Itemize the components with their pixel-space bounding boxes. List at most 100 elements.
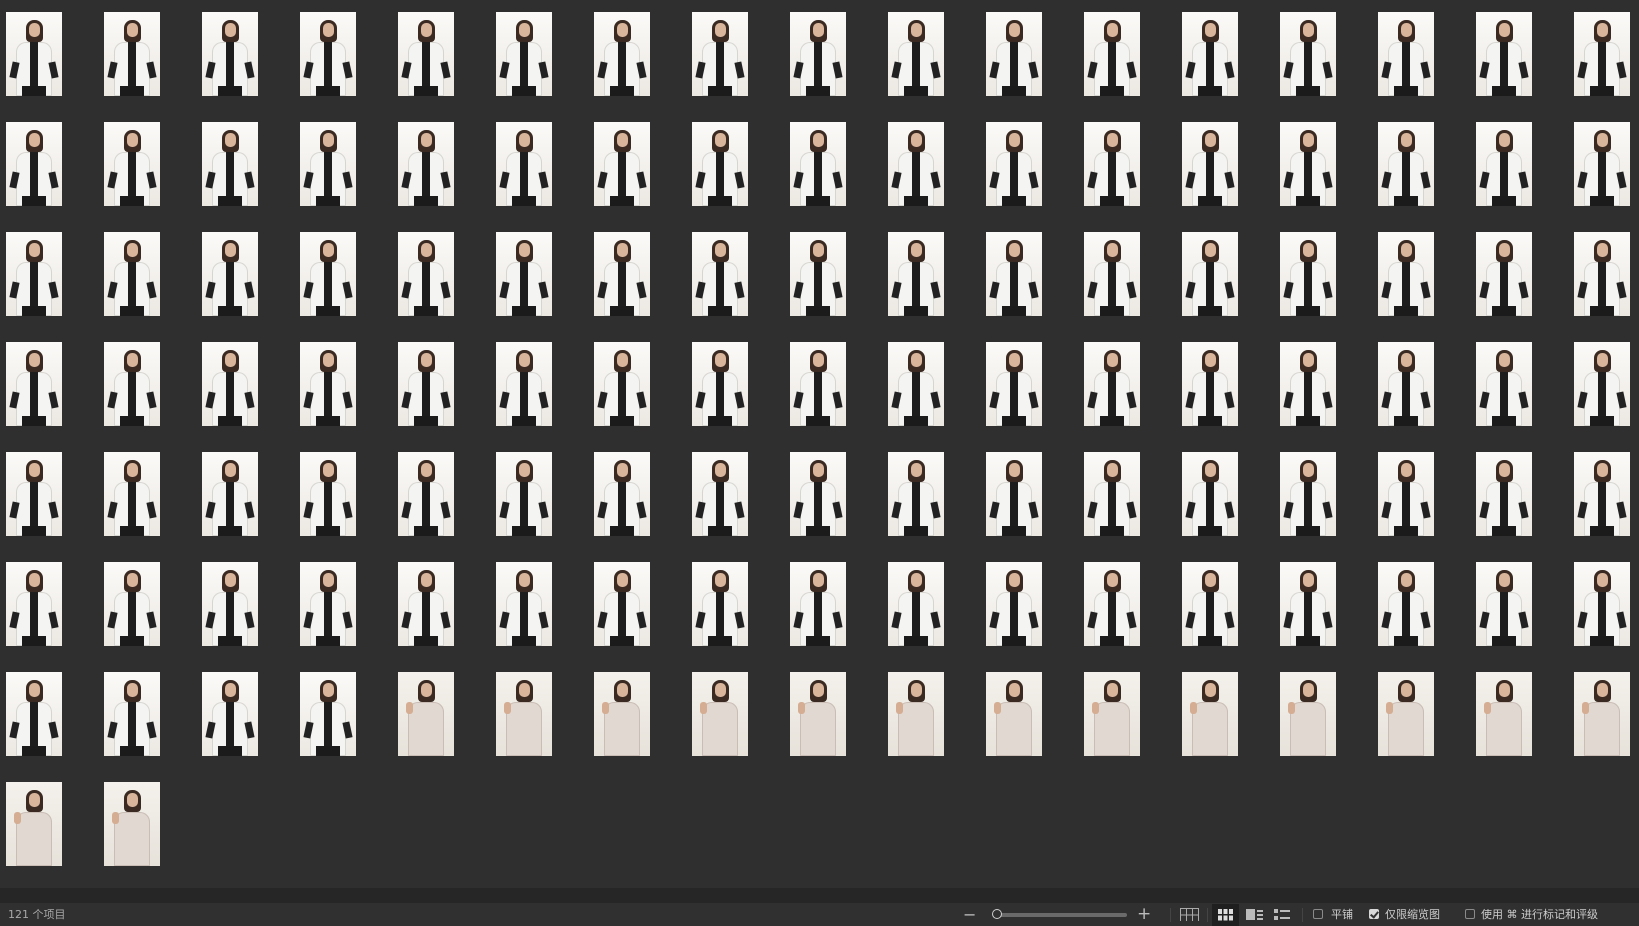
photo-thumbnail[interactable] bbox=[888, 562, 944, 646]
photo-thumbnail[interactable] bbox=[1182, 452, 1238, 536]
photo-thumbnail[interactable] bbox=[1378, 562, 1434, 646]
photo-thumbnail[interactable] bbox=[888, 452, 944, 536]
photo-thumbnail[interactable] bbox=[986, 452, 1042, 536]
photo-thumbnail[interactable] bbox=[496, 342, 552, 426]
photo-thumbnail[interactable] bbox=[1280, 672, 1336, 756]
photo-thumbnail[interactable] bbox=[790, 672, 846, 756]
photo-thumbnail[interactable] bbox=[692, 342, 748, 426]
photo-thumbnail[interactable] bbox=[1476, 452, 1532, 536]
photo-thumbnail[interactable] bbox=[1280, 342, 1336, 426]
photo-thumbnail[interactable] bbox=[1574, 562, 1630, 646]
photo-thumbnail[interactable] bbox=[1182, 12, 1238, 96]
use-cmd-checkbox[interactable] bbox=[1465, 909, 1475, 919]
photo-thumbnail[interactable] bbox=[1574, 12, 1630, 96]
list-view-icon[interactable] bbox=[1274, 909, 1290, 922]
photo-thumbnail[interactable] bbox=[104, 452, 160, 536]
photo-thumbnail[interactable] bbox=[496, 562, 552, 646]
photo-thumbnail[interactable] bbox=[104, 232, 160, 316]
grid-view-icon[interactable] bbox=[1180, 908, 1199, 921]
photo-thumbnail[interactable] bbox=[1378, 12, 1434, 96]
photo-thumbnail[interactable] bbox=[6, 122, 62, 206]
photo-thumbnail[interactable] bbox=[496, 122, 552, 206]
photo-thumbnail[interactable] bbox=[1574, 452, 1630, 536]
photo-thumbnail[interactable] bbox=[692, 562, 748, 646]
thumbnail-size-slider[interactable] bbox=[995, 913, 1127, 917]
photo-thumbnail[interactable] bbox=[692, 232, 748, 316]
photo-thumbnail[interactable] bbox=[300, 232, 356, 316]
photo-thumbnail[interactable] bbox=[496, 672, 552, 756]
photo-thumbnail[interactable] bbox=[398, 452, 454, 536]
photo-thumbnail[interactable] bbox=[790, 562, 846, 646]
photo-thumbnail[interactable] bbox=[6, 232, 62, 316]
photo-thumbnail[interactable] bbox=[1378, 672, 1434, 756]
photo-thumbnail[interactable] bbox=[1378, 342, 1434, 426]
photo-thumbnail[interactable] bbox=[104, 672, 160, 756]
slider-knob[interactable] bbox=[992, 909, 1002, 919]
photo-thumbnail[interactable] bbox=[398, 12, 454, 96]
photo-thumbnail[interactable] bbox=[1084, 122, 1140, 206]
photo-thumbnail[interactable] bbox=[1476, 232, 1532, 316]
photo-thumbnail[interactable] bbox=[594, 452, 650, 536]
photo-thumbnail[interactable] bbox=[790, 122, 846, 206]
photo-thumbnail[interactable] bbox=[1476, 12, 1532, 96]
photo-thumbnail[interactable] bbox=[496, 12, 552, 96]
photo-thumbnail[interactable] bbox=[1280, 452, 1336, 536]
photo-thumbnail[interactable] bbox=[6, 12, 62, 96]
photo-thumbnail[interactable] bbox=[1280, 122, 1336, 206]
photo-thumbnail[interactable] bbox=[888, 672, 944, 756]
photo-thumbnail[interactable] bbox=[594, 232, 650, 316]
photo-thumbnail[interactable] bbox=[300, 672, 356, 756]
photo-thumbnail[interactable] bbox=[1084, 562, 1140, 646]
photo-thumbnail[interactable] bbox=[888, 342, 944, 426]
photo-thumbnail[interactable] bbox=[398, 342, 454, 426]
photo-thumbnail[interactable] bbox=[1182, 562, 1238, 646]
photo-thumbnail[interactable] bbox=[1084, 672, 1140, 756]
photo-thumbnail[interactable] bbox=[1182, 232, 1238, 316]
photo-thumbnail[interactable] bbox=[202, 452, 258, 536]
photo-thumbnail[interactable] bbox=[986, 122, 1042, 206]
photo-thumbnail[interactable] bbox=[398, 232, 454, 316]
photo-thumbnail[interactable] bbox=[692, 122, 748, 206]
photo-thumbnail[interactable] bbox=[594, 122, 650, 206]
zoom-in-button[interactable]: + bbox=[1137, 903, 1151, 926]
photo-thumbnail[interactable] bbox=[594, 562, 650, 646]
photo-thumbnail[interactable] bbox=[1378, 122, 1434, 206]
photo-thumbnail[interactable] bbox=[888, 12, 944, 96]
photo-thumbnail[interactable] bbox=[986, 342, 1042, 426]
photo-thumbnail[interactable] bbox=[1476, 122, 1532, 206]
photo-thumbnail[interactable] bbox=[398, 562, 454, 646]
photo-thumbnail[interactable] bbox=[300, 562, 356, 646]
photo-thumbnail[interactable] bbox=[1084, 12, 1140, 96]
photo-thumbnail[interactable] bbox=[986, 12, 1042, 96]
photo-thumbnail[interactable] bbox=[6, 342, 62, 426]
photo-thumbnail[interactable] bbox=[1476, 562, 1532, 646]
photo-thumbnail[interactable] bbox=[300, 12, 356, 96]
photo-thumbnail[interactable] bbox=[986, 562, 1042, 646]
photo-thumbnail[interactable] bbox=[888, 232, 944, 316]
photo-thumbnail[interactable] bbox=[986, 672, 1042, 756]
photo-thumbnail[interactable] bbox=[202, 562, 258, 646]
photo-thumbnail[interactable] bbox=[1476, 342, 1532, 426]
photo-thumbnail[interactable] bbox=[692, 452, 748, 536]
photo-thumbnail[interactable] bbox=[790, 12, 846, 96]
photo-thumbnail[interactable] bbox=[986, 232, 1042, 316]
photo-thumbnail[interactable] bbox=[496, 452, 552, 536]
photo-thumbnail[interactable] bbox=[202, 232, 258, 316]
photo-thumbnail[interactable] bbox=[1574, 672, 1630, 756]
photo-thumbnail[interactable] bbox=[594, 342, 650, 426]
zoom-out-button[interactable]: − bbox=[963, 903, 976, 926]
photo-thumbnail[interactable] bbox=[6, 672, 62, 756]
photo-thumbnail[interactable] bbox=[104, 782, 160, 866]
photo-thumbnail[interactable] bbox=[202, 12, 258, 96]
photo-thumbnail[interactable] bbox=[202, 672, 258, 756]
photo-thumbnail[interactable] bbox=[692, 672, 748, 756]
photo-thumbnail[interactable] bbox=[104, 122, 160, 206]
photo-thumbnail[interactable] bbox=[1182, 122, 1238, 206]
photo-thumbnail[interactable] bbox=[104, 562, 160, 646]
photo-thumbnail[interactable] bbox=[202, 122, 258, 206]
photo-thumbnail[interactable] bbox=[594, 12, 650, 96]
photo-thumbnail[interactable] bbox=[1574, 342, 1630, 426]
photo-thumbnail[interactable] bbox=[1084, 342, 1140, 426]
thumbnails-only-checkbox[interactable] bbox=[1369, 909, 1379, 919]
thumbnail-view-button[interactable] bbox=[1212, 904, 1239, 926]
